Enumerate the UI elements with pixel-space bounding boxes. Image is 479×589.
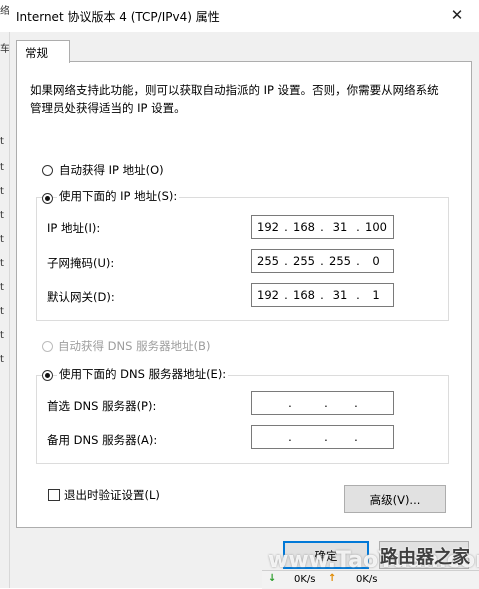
auto-ip-radio[interactable] [42, 165, 53, 176]
auto-dns-radio[interactable] [42, 341, 53, 352]
default-gateway-input[interactable]: 192 . 168 . 31 . 1 [251, 283, 394, 307]
strip-char: t [0, 282, 4, 293]
ip-octet: 0 [372, 254, 380, 268]
close-icon[interactable]: ✕ [446, 6, 468, 26]
description-text: 如果网络支持此功能，则可以获取自动指派的 IP 设置。否则，你需要从网络系统管理… [30, 83, 439, 115]
strip-char: 车 [0, 44, 9, 55]
download-rate: 0K/s [294, 574, 316, 585]
strip-char: t [0, 186, 4, 197]
ip-octet: 168 [293, 220, 315, 234]
advanced-button[interactable]: 高级(V)... [344, 485, 446, 513]
alternate-dns-label: 备用 DNS 服务器(A): [47, 433, 158, 447]
tab-general[interactable]: 常规 [16, 40, 70, 63]
ip-octet: 255 [293, 254, 315, 268]
strip-char: t [0, 162, 4, 173]
ip-octet: 255 [257, 254, 279, 268]
subnet-mask-input[interactable]: 255 . 255 . 255 . 0 [251, 249, 394, 273]
watermark-name: 路由器之家 [380, 547, 470, 568]
title-bar: Internet 协议版本 4 (TCP/IPv4) 属性 ✕ [0, 0, 479, 32]
ip-address-label: IP 地址(I): [47, 221, 101, 235]
preferred-dns-input[interactable]: . . . [251, 391, 394, 415]
network-speed-bar: ↓ 0K/s ↑ 0K/s [262, 570, 479, 589]
strip-char: t [0, 210, 4, 221]
manual-dns-radio[interactable] [42, 370, 53, 381]
download-arrow-icon: ↓ [268, 573, 277, 584]
auto-dns-label: 自动获得 DNS 服务器地址(B) [58, 339, 211, 353]
ip-address-input[interactable]: 192 . 168 . 31 . 100 [251, 215, 394, 239]
ip-octet: 168 [293, 288, 315, 302]
ip-octet: 1 [372, 288, 380, 302]
upload-arrow-icon: ↑ [328, 573, 337, 584]
window-title: Internet 协议版本 4 (TCP/IPv4) 属性 [16, 10, 220, 24]
manual-ip-label: 使用下面的 IP 地址(S): [57, 188, 180, 204]
subnet-mask-label: 子网掩码(U): [47, 256, 115, 270]
upload-rate: 0K/s [356, 574, 378, 585]
default-gateway-label: 默认网关(D): [47, 290, 115, 304]
strip-char: t [0, 234, 4, 245]
ip-octet: 192 [257, 288, 279, 302]
strip-char: t [0, 258, 4, 269]
strip-char: t [0, 306, 4, 317]
ip-octet: 255 [329, 254, 351, 268]
ip-octet: 100 [365, 220, 387, 234]
auto-ip-label: 自动获得 IP 地址(O) [59, 163, 164, 177]
dns-group-box [36, 375, 449, 464]
validate-checkbox[interactable] [48, 489, 60, 501]
validate-label: 退出时验证设置(L) [64, 488, 160, 502]
ip-octet: 31 [332, 288, 348, 302]
strip-char: 络 [0, 6, 9, 17]
preferred-dns-label: 首选 DNS 服务器(P): [47, 399, 157, 413]
ip-octet: 192 [257, 220, 279, 234]
manual-dns-label: 使用下面的 DNS 服务器地址(E): [57, 366, 229, 382]
alternate-dns-input[interactable]: . . . [251, 425, 394, 449]
ip-octet: 31 [332, 220, 348, 234]
strip-char: t [0, 354, 4, 365]
strip-char: t [0, 330, 4, 341]
manual-ip-radio[interactable] [42, 193, 53, 204]
tab-label: 常规 [25, 46, 48, 60]
strip-char: t [0, 136, 4, 147]
background-window-strip: 络 车 t t t t t t t t t t [0, 6, 10, 588]
